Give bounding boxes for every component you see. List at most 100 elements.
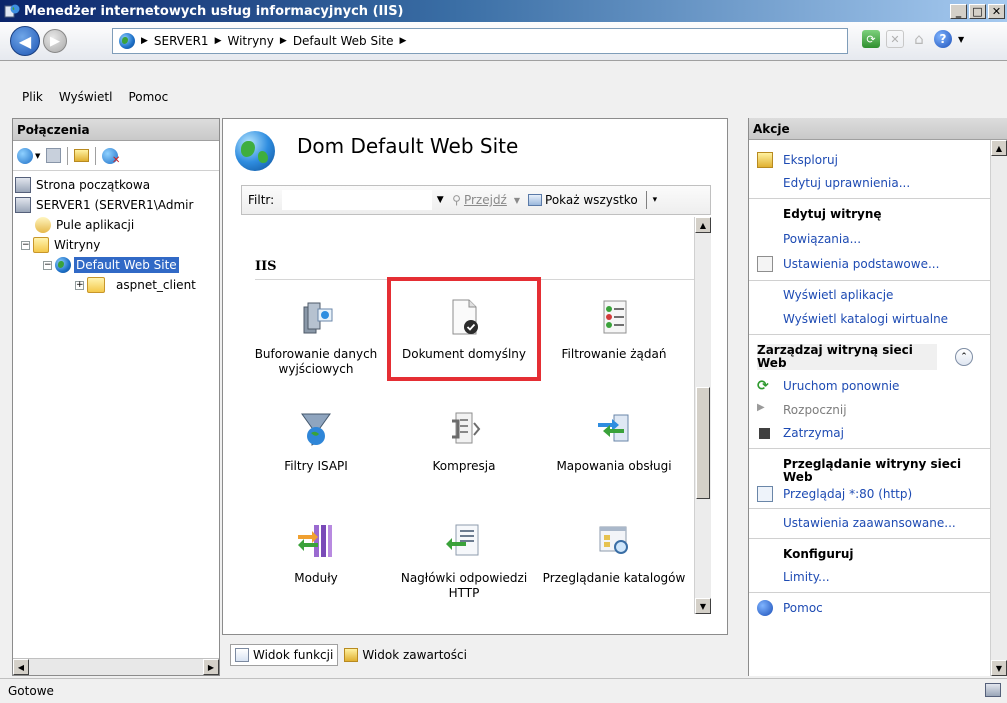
save-icon[interactable] — [46, 148, 62, 163]
action-label: Pomoc — [783, 601, 823, 615]
feature-http-headers[interactable]: Nagłówki odpowiedzi HTTP — [391, 521, 537, 614]
feature-compression[interactable]: Kompresja — [391, 409, 537, 509]
tab-features-view[interactable]: Widok funkcji — [230, 644, 339, 666]
highlight-frame — [387, 277, 541, 381]
settings-document-icon — [757, 256, 773, 272]
back-button[interactable]: ◀ — [10, 26, 40, 56]
chevron-down-icon[interactable]: ▼ — [35, 152, 40, 160]
chevron-right-icon[interactable]: ▶ — [141, 36, 148, 46]
feature-request-filtering[interactable]: Filtrowanie żądań — [541, 297, 687, 397]
filter-input[interactable] — [282, 190, 433, 210]
action-restart[interactable]: ⟳ Uruchom ponownie — [749, 378, 991, 394]
section-divider — [749, 334, 991, 335]
app-pool-icon — [35, 217, 51, 233]
chevron-right-icon[interactable]: ▶ — [215, 36, 222, 46]
chevron-right-icon[interactable]: ▶ — [280, 36, 287, 46]
tree-item-label: aspnet_client — [116, 278, 196, 292]
feature-handler-mappings[interactable]: Mapowania obsługi — [541, 409, 687, 509]
action-start[interactable]: ▶ Rozpocznij — [749, 402, 991, 418]
separator — [67, 146, 69, 165]
new-folder-icon[interactable] — [74, 149, 90, 162]
action-label: Ustawienia zaawansowane... — [783, 516, 956, 530]
maximize-button[interactable]: □ — [969, 3, 986, 19]
refresh-icon[interactable]: ⟳ — [862, 30, 880, 48]
chevron-right-icon[interactable]: ▶ — [400, 36, 407, 46]
scroll-down-button[interactable]: ▼ — [991, 660, 1007, 676]
action-stop[interactable]: Zatrzymaj — [749, 426, 991, 440]
help-icon[interactable]: ? — [934, 30, 952, 48]
menu-view[interactable]: Wyświetl — [59, 90, 113, 104]
breadcrumb-server[interactable]: SERVER1 — [154, 34, 209, 48]
window-title: Menedżer internetowych usług informacyjn… — [24, 3, 404, 19]
scroll-up-button[interactable]: ▲ — [991, 140, 1007, 156]
isapi-filters-icon — [296, 409, 336, 449]
feature-directory-browsing[interactable]: Przeglądanie katalogów — [541, 521, 687, 614]
more-icon[interactable]: ▾ — [653, 195, 658, 205]
action-advanced-settings[interactable]: Ustawienia zaawansowane... — [749, 516, 991, 530]
scroll-thumb[interactable] — [696, 387, 710, 499]
action-label: Zatrzymaj — [783, 426, 844, 440]
minimize-button[interactable]: _ — [950, 3, 967, 19]
scroll-down-button[interactable]: ▼ — [695, 598, 711, 614]
collapse-toggle[interactable]: − — [43, 260, 52, 270]
disconnect-icon[interactable]: ✕ — [102, 147, 120, 166]
http-headers-icon — [444, 521, 484, 561]
scroll-up-button[interactable]: ▲ — [695, 217, 711, 233]
tab-content-view[interactable]: Widok zawartości — [340, 644, 471, 666]
horizontal-scrollbar[interactable]: ◀ ▶ — [13, 658, 219, 675]
tree-item-sites[interactable]: − Witryny — [13, 235, 219, 255]
title-bar: Menedżer internetowych usług informacyjn… — [0, 0, 1007, 22]
scroll-left-button[interactable]: ◀ — [13, 659, 29, 675]
action-explore[interactable]: Eksploruj — [749, 152, 991, 168]
feature-isapi-filters[interactable]: Filtry ISAPI — [243, 409, 389, 509]
tree-item-app-pools[interactable]: Pule aplikacji — [13, 215, 219, 235]
show-all-icon — [528, 194, 543, 206]
collapse-section-button[interactable]: ⌃ — [955, 348, 973, 366]
close-button[interactable]: ✕ — [988, 3, 1005, 19]
stop-icon — [759, 427, 770, 439]
scroll-right-button[interactable]: ▶ — [203, 659, 219, 675]
vertical-scrollbar[interactable]: ▲ ▼ — [694, 217, 711, 614]
status-text: Gotowe — [8, 684, 54, 698]
action-label: Powiązania... — [783, 232, 862, 246]
expand-toggle[interactable]: + — [75, 280, 84, 290]
play-icon: ▶ — [757, 402, 765, 413]
tree-item-start-page[interactable]: Strona początkowa — [13, 175, 219, 195]
chevron-down-icon[interactable]: ▼ — [958, 35, 964, 44]
action-limits[interactable]: Limity... — [749, 570, 991, 584]
action-view-virtual-dirs[interactable]: Wyświetl katalogi wirtualne — [749, 312, 991, 326]
feature-output-cache[interactable]: Buforowanie danych wyjściowych — [243, 297, 389, 397]
action-view-applications[interactable]: Wyświetl aplikacje — [749, 288, 991, 302]
tree-item-default-web-site[interactable]: − Default Web Site — [13, 255, 219, 275]
feature-modules[interactable]: Moduły — [243, 521, 389, 614]
vertical-scrollbar[interactable]: ▲ ▼ — [990, 140, 1007, 676]
request-filtering-icon — [594, 297, 634, 337]
action-bindings[interactable]: Powiązania... — [749, 232, 991, 246]
group-header-iis: IIS — [255, 259, 277, 274]
breadcrumb-default-site[interactable]: Default Web Site — [293, 34, 394, 48]
tree-item-server[interactable]: SERVER1 (SERVER1\Admir — [13, 195, 219, 215]
show-all-button[interactable]: Pokaż wszystko — [528, 193, 638, 207]
collapse-toggle[interactable]: − — [21, 240, 30, 250]
forward-button[interactable]: ▶ — [43, 29, 67, 53]
tree-item-aspnet-client[interactable]: + aspnet_client — [13, 275, 219, 295]
action-browse-80[interactable]: Przeglądaj *:80 (http) — [749, 486, 991, 502]
stop-icon[interactable]: ✕ — [886, 30, 904, 48]
action-help[interactable]: Pomoc — [749, 600, 991, 616]
feature-label: Nagłówki odpowiedzi HTTP — [400, 571, 528, 600]
page-title: Dom Default Web Site — [297, 134, 519, 158]
explore-icon — [757, 152, 773, 168]
address-box[interactable]: ▶ SERVER1 ▶ Witryny ▶ Default Web Site ▶ — [112, 28, 848, 54]
chevron-down-icon: ▼ — [513, 195, 521, 205]
connect-icon[interactable] — [17, 147, 33, 164]
home-icon[interactable]: ⌂ — [910, 30, 928, 48]
action-edit-permissions[interactable]: Edytuj uprawnienia... — [749, 176, 991, 190]
breadcrumb-sites[interactable]: Witryny — [228, 34, 274, 48]
action-basic-settings[interactable]: Ustawienia podstawowe... — [749, 256, 991, 272]
feature-label: Moduły — [294, 571, 338, 585]
menu-file[interactable]: Plik — [22, 90, 43, 104]
chevron-down-icon[interactable]: ▼ — [434, 195, 446, 205]
go-button[interactable]: ⚲ Przejdź ▼ — [452, 193, 520, 207]
menu-help[interactable]: Pomoc — [128, 90, 168, 104]
feature-label: Przeglądanie katalogów — [542, 571, 686, 585]
